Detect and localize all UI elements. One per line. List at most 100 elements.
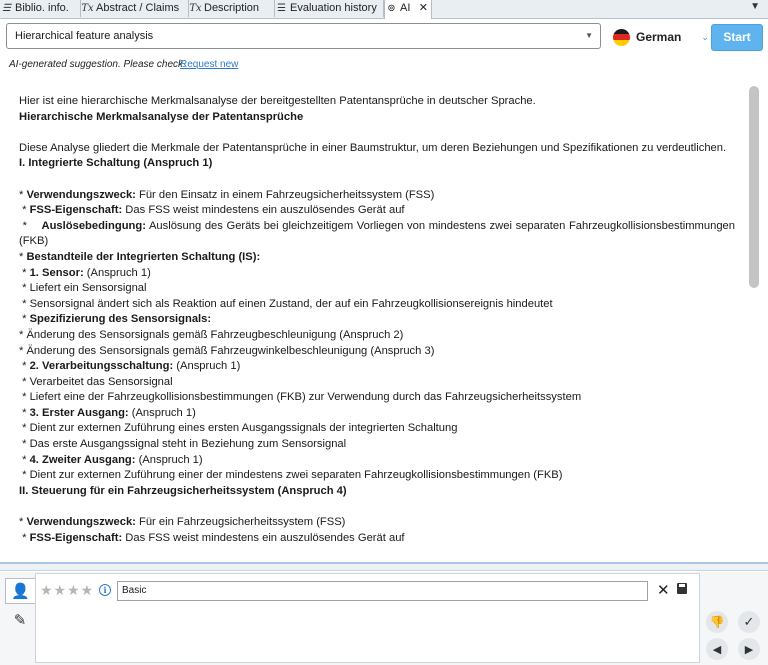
section-heading-text: I. Integrierte Schaltung (Anspruch 1) xyxy=(19,157,213,170)
list-item: * Liefert ein Sensorsignal xyxy=(19,282,147,295)
list-item: * Spezifizierung des Sensorsignals: xyxy=(19,313,212,326)
result-heading: Hierarchische Merkmalsanalyse der Patent… xyxy=(19,110,735,126)
content-scrollbar[interactable] xyxy=(747,86,759,559)
tab-bar: ☰ Biblio. info. Tx Abstract / Claims Tx Des… xyxy=(0,0,768,19)
tab-ai[interactable]: ⊚ AI ✕ xyxy=(384,0,432,19)
tab-abstract-claims[interactable]: Tx Abstract / Claims xyxy=(81,0,189,17)
item-label: 1. Sensor: xyxy=(29,266,84,279)
list-item: * Änderung des Sensorsignals gemäß Fahrz… xyxy=(19,328,404,341)
tab-biblio-info[interactable]: ☰ Biblio. info. xyxy=(0,0,81,17)
item-text: Das erste Ausgangssignal steht in Bezieh… xyxy=(29,438,347,451)
item-text: (Anspruch 1) xyxy=(83,266,151,279)
item-text: Sensorsignal ändert sich als Reaktion au… xyxy=(29,297,553,310)
ai-icon: ⊚ xyxy=(387,3,396,14)
user-rating-button[interactable]: 👤 xyxy=(5,578,35,604)
item-label: Verwendungszweck: xyxy=(26,188,136,201)
analysis-type-select[interactable]: Hierarchical feature analysis ▼ xyxy=(6,23,601,49)
tab-label: AI xyxy=(400,2,411,14)
list-item: * 3. Erster Ausgang: (Anspruch 1) xyxy=(19,406,196,419)
item-text: Liefert eine der Fahrzeugkollisionsbesti… xyxy=(29,391,582,404)
tab-overflow-icon[interactable]: ▼ xyxy=(750,1,760,12)
item-label: FSS-Eigenschaft: xyxy=(29,204,123,217)
list-item: * Verwendungszweck: Für den Einsatz in e… xyxy=(19,188,435,201)
list-item: * Liefert eine der Fahrzeugkollisionsbes… xyxy=(19,391,582,404)
analysis-result: Hier ist eine hierarchische Merkmalsanal… xyxy=(19,94,735,558)
text-format-icon: Tx xyxy=(189,3,202,14)
comment-input[interactable]: Basic xyxy=(117,581,648,601)
list-item: * Sensorsignal ändert sich als Reaktion … xyxy=(19,297,553,310)
item-label: Bestandteile der Integrierten Schaltung … xyxy=(26,250,261,263)
item-label: Verwendungszweck: xyxy=(26,516,136,529)
item-label: FSS-Eigenschaft: xyxy=(29,531,123,544)
list-icon: ☰ xyxy=(277,3,286,14)
tab-label: Abstract / Claims xyxy=(96,2,180,14)
list-item: * Dient zur externen Zuführung eines ers… xyxy=(19,422,458,435)
item-label: 4. Zweiter Ausgang: xyxy=(29,453,136,466)
list-item: * Das erste Ausgangssignal steht in Bezi… xyxy=(19,438,347,451)
item-text: Änderung des Sensorsignals gemäß Fahrzeu… xyxy=(26,344,435,357)
list-item: * Dient zur externen Zuführung einer der… xyxy=(19,469,563,482)
item-text: (Anspruch 1) xyxy=(135,453,203,466)
item-text: (Anspruch 1) xyxy=(173,360,241,373)
check-icon: ✓ xyxy=(743,614,755,629)
list-item: * Änderung des Sensorsignals gemäß Fahrz… xyxy=(19,344,435,357)
comment-edit-button[interactable]: ✎ xyxy=(5,607,35,633)
result-description: Diese Analyse gliedert die Merkmale der … xyxy=(19,141,727,154)
thumbs-down-button[interactable]: 👎 xyxy=(706,611,728,633)
item-text: Änderung des Sensorsignals gemäß Fahrzeu… xyxy=(26,328,404,341)
section-heading: II. Steuerung für ein Fahrzeugsicherheit… xyxy=(19,484,735,500)
item-text: Das FSS weist mindestens ein auszulösend… xyxy=(122,204,405,217)
item-text: Dient zur externen Zuführung einer der m… xyxy=(29,469,563,482)
list-item: * Verwendungszweck: Für ein Fahrzeugsich… xyxy=(19,516,346,529)
ai-notice: AI-generated suggestion. Please check. xyxy=(9,59,186,70)
request-new-link[interactable]: Request new xyxy=(180,59,238,70)
chevron-down-icon: ⌄ xyxy=(701,31,709,42)
arrow-right-icon: ▶ xyxy=(744,643,754,656)
clear-icon[interactable]: ✕ xyxy=(657,581,670,599)
list-item: * 1. Sensor: (Anspruch 1) xyxy=(19,266,151,279)
star-rating[interactable]: ★★★★ xyxy=(40,582,94,599)
next-button[interactable]: ▶ xyxy=(738,638,760,660)
list-item: * FSS-Eigenschaft: Das FSS weist mindest… xyxy=(19,204,405,217)
tab-label: Evaluation history xyxy=(290,2,377,14)
section-heading-text: II. Steuerung für ein Fahrzeugsicherheit… xyxy=(19,484,347,497)
list-item: * Auslösebedingung: Auslösung des Geräts… xyxy=(19,219,735,248)
list-item: * FSS-Eigenschaft: Das FSS weist mindest… xyxy=(19,531,405,544)
item-text: Das FSS weist mindestens ein auszulösend… xyxy=(122,531,405,544)
comment-edit-icon: ✎ xyxy=(13,612,27,629)
item-text: Für ein Fahrzeugsicherheitssystem (FSS) xyxy=(135,516,346,529)
item-label: Auslösebedingung: xyxy=(41,219,146,232)
result-intro: Hier ist eine hierarchische Merkmalsanal… xyxy=(19,95,536,107)
chevron-down-icon: ▼ xyxy=(585,31,593,40)
panel-splitter[interactable] xyxy=(0,562,768,571)
start-button[interactable]: Start xyxy=(711,24,763,51)
list-item: * Verarbeitet das Sensorsignal xyxy=(19,375,173,388)
user-star-icon: 👤 xyxy=(11,583,30,600)
item-text: (Anspruch 1) xyxy=(128,406,196,419)
text-format-icon: Tx xyxy=(81,3,94,14)
section-heading: I. Integrierte Schaltung (Anspruch 1) xyxy=(19,156,735,172)
item-label: 3. Erster Ausgang: xyxy=(29,406,129,419)
arrow-left-icon: ◀ xyxy=(712,643,722,656)
tab-label: Description xyxy=(204,2,260,14)
tab-label: Biblio. info. xyxy=(15,2,69,14)
item-label: Spezifizierung des Sensorsignals: xyxy=(29,313,212,326)
list-item: * 2. Verarbeitungsschaltung: (Anspruch 1… xyxy=(19,360,241,373)
result-heading-text: Hierarchische Merkmalsanalyse der Patent… xyxy=(19,110,304,123)
german-flag-icon xyxy=(613,28,630,46)
language-select[interactable]: German ⌄ xyxy=(613,28,709,46)
info-icon[interactable]: i xyxy=(99,584,111,596)
scrollbar-thumb[interactable] xyxy=(749,86,759,288)
confirm-button[interactable]: ✓ xyxy=(738,611,760,633)
item-text: Liefert ein Sensorsignal xyxy=(29,282,147,295)
close-icon[interactable]: ✕ xyxy=(419,0,428,17)
list-item: * 4. Zweiter Ausgang: (Anspruch 1) xyxy=(19,453,203,466)
save-icon[interactable] xyxy=(677,583,687,594)
tab-evaluation-history[interactable]: ☰ Evaluation history xyxy=(275,0,384,17)
thumbs-down-icon: 👎 xyxy=(709,615,725,629)
feedback-area: 👤 ✎ ★★★★ i Basic ✕ 👎 ✓ ◀ ▶ xyxy=(0,572,768,665)
tab-description[interactable]: Tx Description xyxy=(189,0,275,17)
previous-button[interactable]: ◀ xyxy=(706,638,728,660)
list-icon: ☰ xyxy=(2,3,11,14)
item-label: 2. Verarbeitungsschaltung: xyxy=(29,360,174,373)
